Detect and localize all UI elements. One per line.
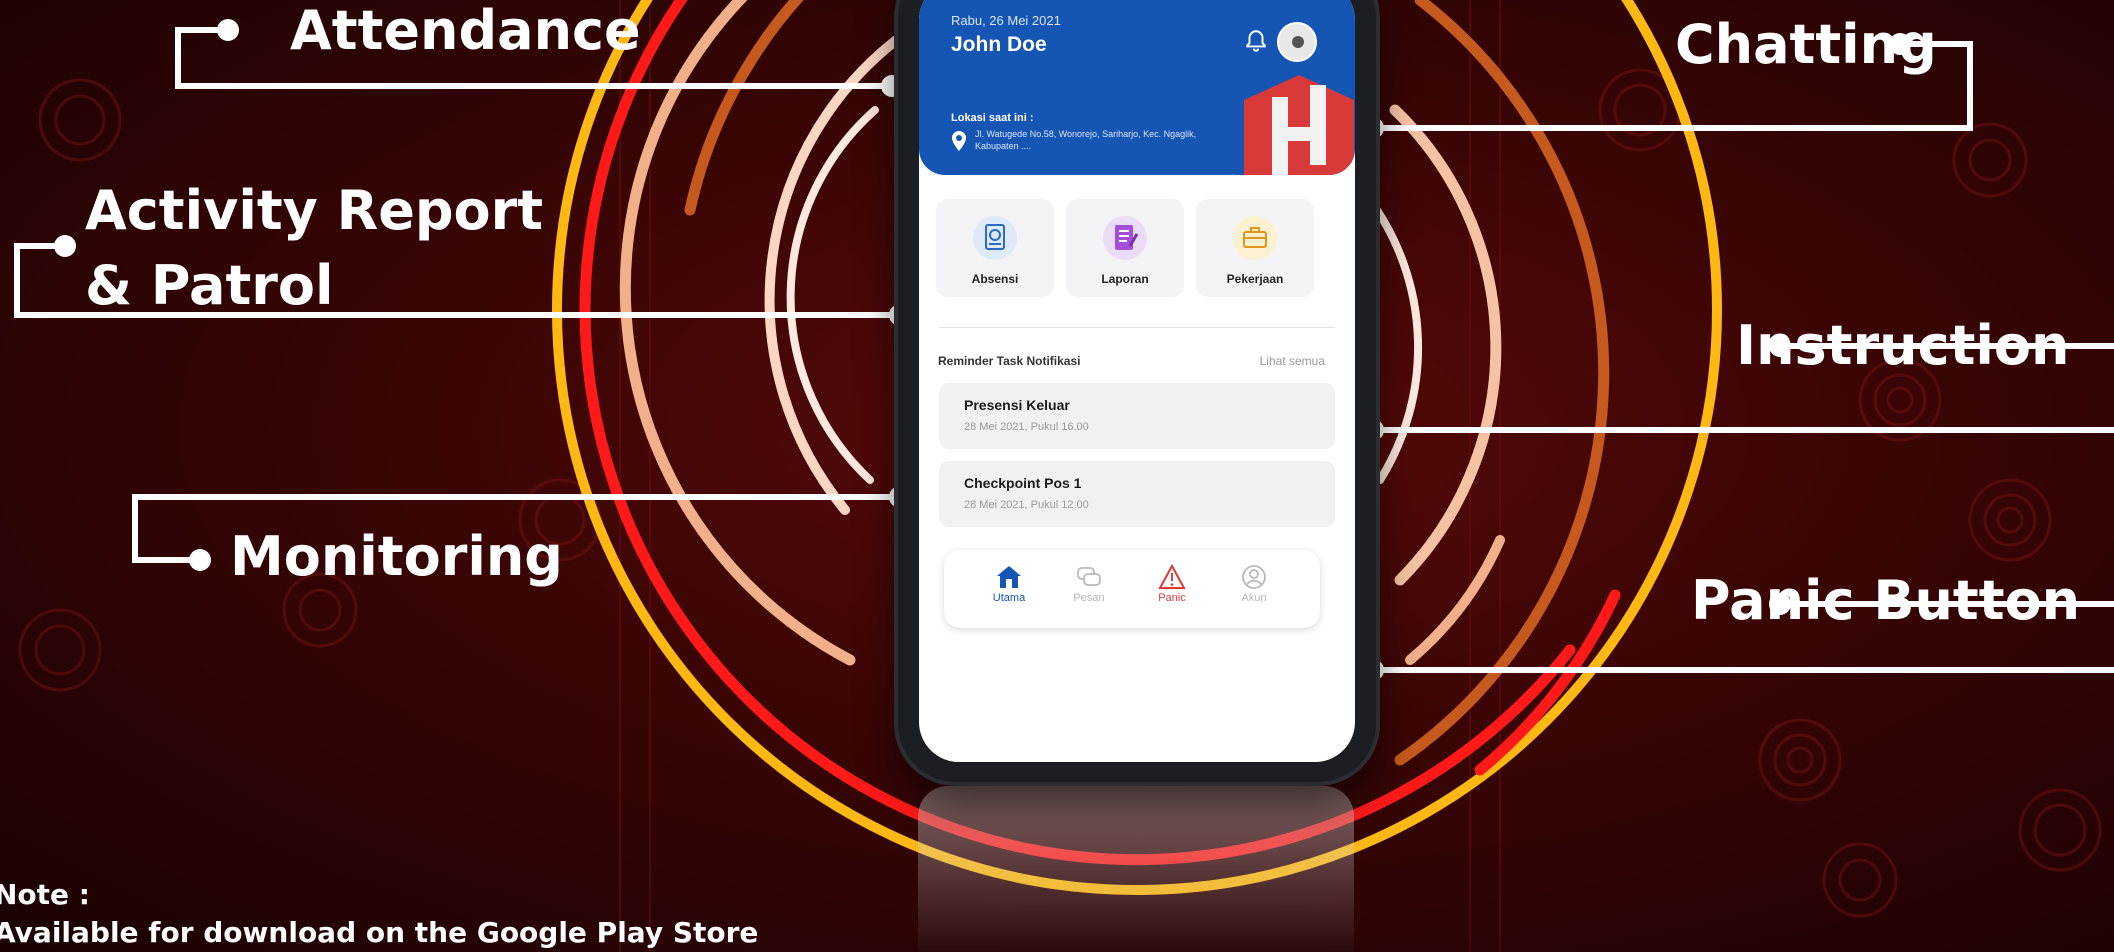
app-screen: Rabu, 26 Mei 2021 John Doe Lokasi saat i… (919, 0, 1355, 762)
task-date: 28 Mei 2021, Pukul 12.00 (964, 499, 1089, 511)
bell-icon[interactable] (1243, 28, 1269, 54)
report-notebook-icon (1103, 216, 1147, 260)
bottom-nav: Utama Pesan Panic Akun (944, 550, 1320, 628)
menu-absensi-label: Absensi (971, 272, 1019, 286)
nav-utama[interactable]: Utama (979, 564, 1039, 604)
nav-utama-label: Utama (992, 592, 1026, 604)
current-date: Rabu, 26 Mei 2021 (951, 13, 1061, 28)
download-note: Note : Available for download on the Goo… (0, 876, 758, 952)
phone-mockup: Rabu, 26 Mei 2021 John Doe Lokasi saat i… (898, 0, 1376, 782)
nav-akun-label: Akun (1241, 592, 1267, 604)
task-title: Presensi Keluar (964, 397, 1070, 413)
nav-pesan-label: Pesan (1073, 592, 1105, 604)
menu-pekerjaan[interactable]: Pekerjaan (1196, 199, 1314, 297)
note-heading: Note : (0, 878, 90, 912)
account-icon (1242, 565, 1266, 589)
location-label: Lokasi saat ini : (951, 112, 1034, 124)
nav-panic[interactable]: Panic (1142, 564, 1202, 604)
task-date: 28 Mei 2021, Pukul 16.00 (964, 421, 1089, 433)
callout-monitoring: Monitoring (230, 525, 563, 588)
chat-icon (1077, 567, 1101, 586)
app-header: Rabu, 26 Mei 2021 John Doe Lokasi saat i… (919, 0, 1355, 175)
nav-pesan[interactable]: Pesan (1059, 564, 1119, 604)
callout-panic-button: Panic Button (1691, 569, 2081, 632)
menu-absensi[interactable]: Absensi (936, 199, 1054, 297)
callout-chatting: Chatting (1675, 13, 1937, 76)
menu-laporan[interactable]: Laporan (1066, 199, 1184, 297)
task-card[interactable]: Checkpoint Pos 1 28 Mei 2021, Pukul 12.0… (939, 461, 1335, 527)
nav-panic-label: Panic (1158, 592, 1186, 604)
nav-akun[interactable]: Akun (1224, 564, 1284, 604)
company-logo (1244, 75, 1354, 175)
avatar[interactable] (1277, 22, 1317, 62)
callout-activity-report-line2: & Patrol (85, 254, 334, 317)
home-icon (997, 566, 1021, 588)
attendance-document-icon (973, 216, 1017, 260)
callout-activity-report-line1: Activity Report (85, 179, 544, 242)
note-text: Available for download on the Google Pla… (0, 916, 759, 950)
task-card[interactable]: Presensi Keluar 28 Mei 2021, Pukul 16.00 (939, 383, 1335, 449)
callout-attendance: Attendance (290, 0, 641, 62)
reminder-section-title: Reminder Task Notifikasi (938, 354, 1081, 368)
divider (939, 327, 1335, 328)
see-all-link[interactable]: Lihat semua (1260, 354, 1325, 368)
phone-reflection (918, 786, 1354, 952)
menu-pekerjaan-label: Pekerjaan (1226, 272, 1284, 286)
callout-instruction: Instruction (1736, 314, 2070, 377)
menu-laporan-label: Laporan (1101, 272, 1149, 286)
briefcase-icon (1233, 216, 1277, 260)
user-name: John Doe (951, 33, 1047, 56)
location-address: Jl. Watugede No.58, Wonorejo, Sariharjo,… (975, 129, 1197, 151)
task-title: Checkpoint Pos 1 (964, 475, 1082, 491)
location-pin-icon (952, 131, 966, 151)
warning-icon (1158, 564, 1186, 589)
